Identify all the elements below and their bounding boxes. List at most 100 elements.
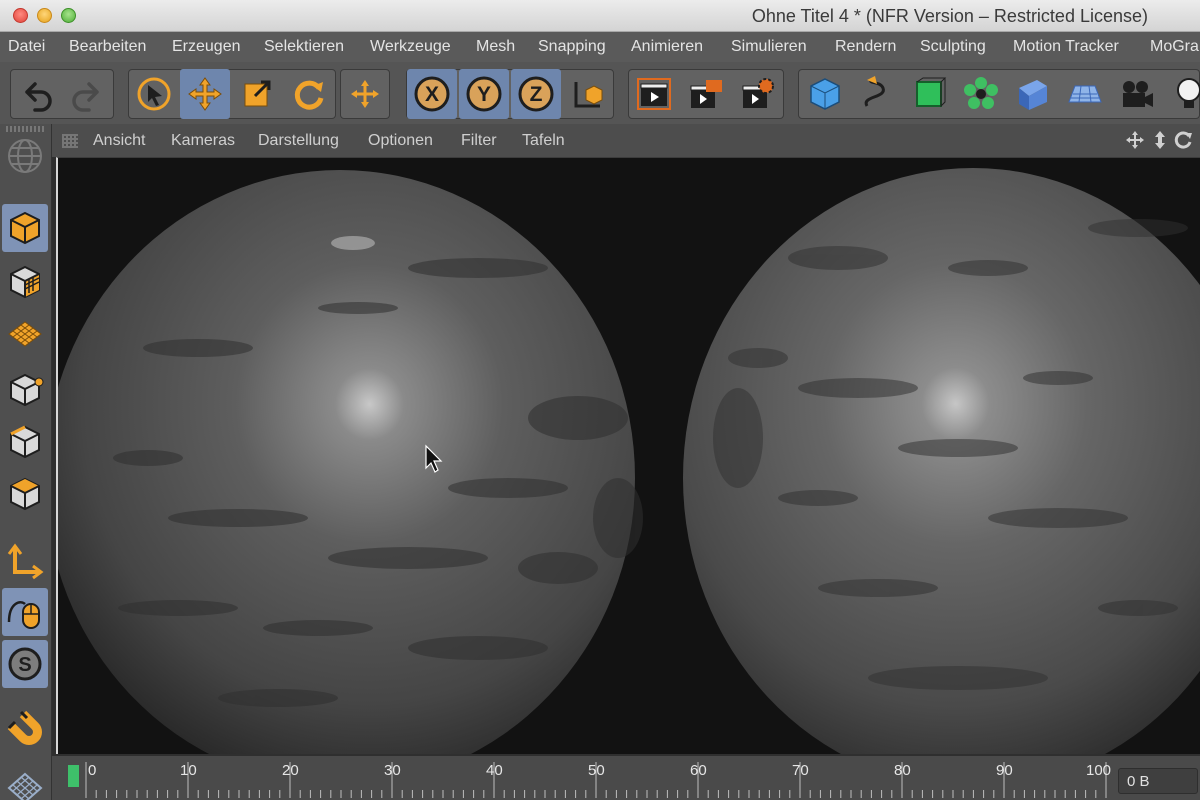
workplane-mode-button[interactable] — [2, 310, 48, 358]
select-icon — [137, 77, 171, 111]
menu-simulieren[interactable]: Simulieren — [731, 38, 807, 56]
right-sphere — [683, 168, 1200, 754]
viewport-menu-optionen[interactable]: Optionen — [368, 132, 433, 150]
svg-text:Y: Y — [477, 83, 491, 106]
menu-motion-tracker[interactable]: Motion Tracker — [1013, 38, 1119, 56]
3d-viewport[interactable] — [56, 157, 1200, 754]
timeline-label: 100 — [1086, 762, 1112, 779]
light-icon — [1177, 78, 1200, 108]
camera-button[interactable] — [1112, 69, 1162, 119]
menu-werkzeuge[interactable]: Werkzeuge — [370, 38, 451, 56]
y-axis-lock-button[interactable]: Y — [459, 69, 509, 119]
timeline-label: 80 — [894, 762, 911, 779]
cube-object-button[interactable] — [800, 69, 850, 119]
viewport-solo-button[interactable] — [2, 132, 48, 180]
viewport-menu-tafeln[interactable]: Tafeln — [522, 132, 565, 150]
coordinate-system-icon — [574, 82, 603, 108]
spline-pen-icon — [864, 76, 885, 107]
texture-cube-icon — [10, 265, 40, 299]
snap-button[interactable] — [2, 706, 48, 754]
camera-icon — [1123, 81, 1153, 107]
menu-erzeugen[interactable]: Erzeugen — [172, 38, 241, 56]
spline-pen-button[interactable] — [852, 69, 902, 119]
rotate-view-icon[interactable] — [1174, 130, 1194, 150]
undo-button[interactable] — [12, 69, 62, 119]
add-move-button[interactable] — [340, 69, 390, 119]
axis-icon — [7, 543, 44, 580]
x-axis-lock-button[interactable]: X — [407, 69, 457, 119]
cube-icon — [810, 78, 840, 110]
render-picture-viewer-icon — [690, 80, 722, 108]
timeline-label: 60 — [690, 762, 707, 779]
solo-mode-button[interactable]: S — [2, 640, 48, 688]
svg-text:X: X — [425, 83, 439, 106]
globe-grid-icon — [8, 139, 42, 173]
memory-value: 0 B — [1127, 773, 1150, 790]
magnet-icon — [7, 710, 42, 745]
menu-sculpting[interactable]: Sculpting — [920, 38, 986, 56]
render-view-button[interactable] — [629, 69, 679, 119]
texture-mode-button[interactable] — [2, 258, 48, 306]
move-tool-button[interactable] — [180, 69, 230, 119]
menu-selektieren[interactable]: Selektieren — [264, 38, 344, 56]
viewport-menu-filter[interactable]: Filter — [461, 132, 497, 150]
timeline-label: 20 — [282, 762, 299, 779]
coordinate-system-button[interactable] — [563, 69, 613, 119]
rotate-icon — [294, 80, 324, 110]
viewport-menu-darstellung[interactable]: Darstellung — [258, 132, 339, 150]
edges-cube-icon — [10, 425, 40, 459]
floor-icon — [1068, 85, 1102, 103]
main-toolbar: X Y Z — [0, 62, 1200, 124]
timeline-ticks[interactable]: 0 10 20 30 40 50 60 70 80 90 100 — [64, 760, 1112, 800]
viewport-menu-ansicht[interactable]: Ansicht — [93, 132, 145, 150]
left-mode-palette: S — [0, 124, 52, 800]
menu-datei[interactable]: Datei — [8, 38, 45, 56]
redo-icon — [72, 82, 99, 112]
timeline-ruler[interactable]: 0 10 20 30 40 50 60 70 80 90 100 0 B — [52, 756, 1200, 800]
scale-icon — [244, 80, 271, 107]
z-axis-lock-button[interactable]: Z — [511, 69, 561, 119]
menu-mograph[interactable]: MoGra — [1150, 38, 1199, 56]
render-picture-viewer-button[interactable] — [681, 69, 731, 119]
polygons-cube-icon — [10, 477, 40, 511]
subdivision-surface-button[interactable] — [904, 69, 954, 119]
grid-snap-button[interactable] — [2, 764, 48, 800]
z-axis-icon: Z — [518, 76, 554, 112]
menu-snapping[interactable]: Snapping — [538, 38, 606, 56]
minimize-window-button[interactable] — [37, 8, 52, 23]
light-button[interactable] — [1164, 69, 1200, 119]
polygons-mode-button[interactable] — [2, 470, 48, 518]
zoom-window-button[interactable] — [61, 8, 76, 23]
menu-animieren[interactable]: Animieren — [631, 38, 703, 56]
deformer-icon — [1019, 80, 1047, 110]
memory-field: 0 B — [1118, 768, 1198, 794]
viewport-menu-kameras[interactable]: Kameras — [171, 132, 235, 150]
current-frame-marker[interactable] — [68, 765, 79, 787]
scale-tool-button[interactable] — [232, 69, 282, 119]
render-settings-icon — [742, 78, 774, 108]
viewport-grip[interactable] — [62, 134, 78, 148]
viewport-header: Ansicht Kameras Darstellung Optionen Fil… — [52, 124, 1200, 157]
close-window-button[interactable] — [13, 8, 28, 23]
render-settings-button[interactable] — [733, 69, 783, 119]
cloner-button[interactable] — [956, 69, 1006, 119]
pan-view-icon[interactable] — [1125, 130, 1145, 150]
rotate-tool-button[interactable] — [284, 69, 334, 119]
svg-text:Z: Z — [530, 83, 543, 106]
menu-rendern[interactable]: Rendern — [835, 38, 896, 56]
model-mode-button[interactable] — [2, 204, 48, 252]
edges-mode-button[interactable] — [2, 418, 48, 466]
menu-bearbeiten[interactable]: Bearbeiten — [69, 38, 146, 56]
redo-button[interactable] — [62, 69, 112, 119]
timeline-label: 30 — [384, 762, 401, 779]
deformer-button[interactable] — [1008, 69, 1058, 119]
points-mode-button[interactable] — [2, 366, 48, 414]
zoom-view-icon[interactable] — [1150, 130, 1170, 150]
tweak-mode-button[interactable] — [2, 588, 48, 636]
menu-mesh[interactable]: Mesh — [476, 38, 515, 56]
floor-button[interactable] — [1060, 69, 1110, 119]
grid-icon — [7, 772, 43, 800]
add-move-icon — [351, 80, 379, 108]
select-tool-button[interactable] — [129, 69, 179, 119]
axis-mode-button[interactable] — [2, 536, 48, 584]
